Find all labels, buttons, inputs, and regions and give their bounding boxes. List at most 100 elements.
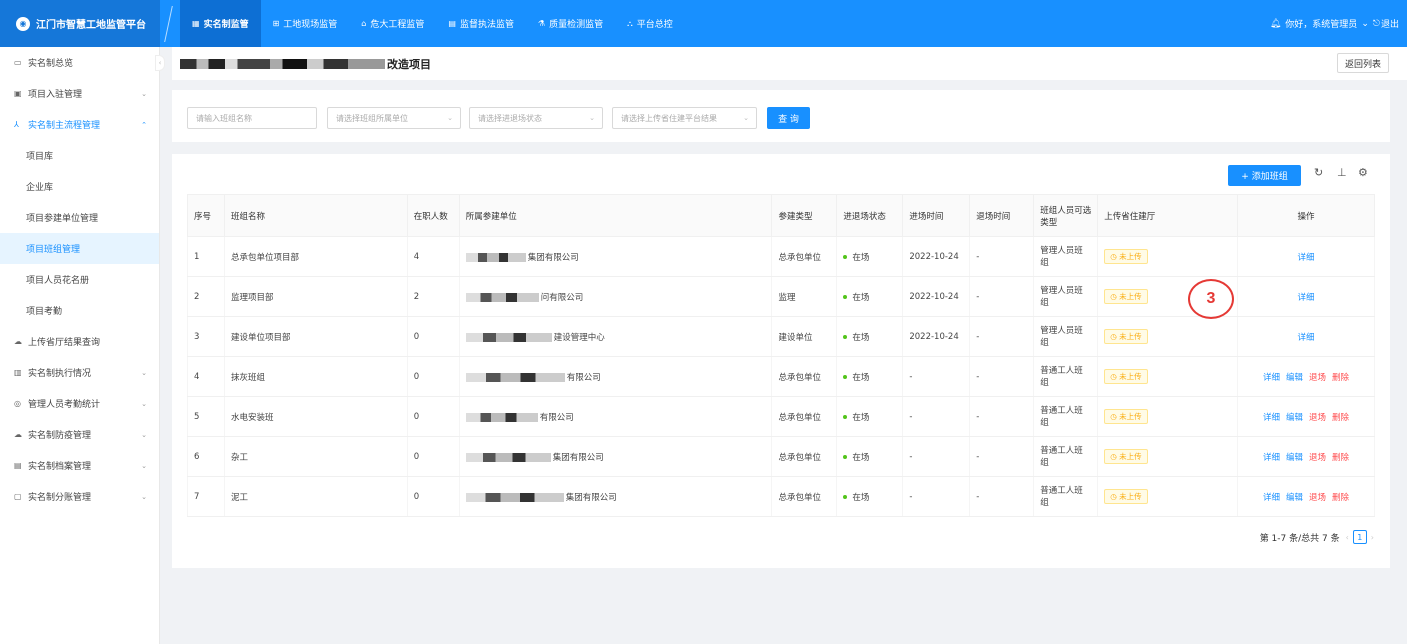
detail-link[interactable]: 详细 [1263,413,1280,423]
status-select[interactable]: 请选择进退场状态 ⌄ [469,107,603,129]
table-row: 3 建设单位项目部 0 建设管理中心 建设单位 在场 2022-10-24 - 管理人员班组 ◷ … [187,316,1375,357]
sidebar-item-roster[interactable]: 项目人员花名册 [0,264,159,295]
clock-icon: ◷ [1110,452,1120,461]
chevron-down-icon: ⌄ [447,114,453,122]
logout-icon[interactable]: ⎋ [1373,19,1380,29]
detail-link[interactable]: 详细 [1298,293,1315,303]
detail-link[interactable]: 详细 [1263,493,1280,503]
status-text: 在场 [852,452,870,463]
table-row: 1 总承包单位项目部 4 集团有限公司 总承包单位 在场 2022-10-24 - 管理人员班组… [187,236,1375,277]
sidebar-item-manager-attendance[interactable]: ◎ 管理人员考勤统计 ⌄ [0,388,159,419]
chevron-left-icon: ‹ [158,59,162,67]
cell-count: 0 [406,396,460,437]
sidebar-item-project-library[interactable]: 项目库 [0,140,159,171]
cell-count-text: 0 [413,331,420,342]
column-height-icon[interactable]: ⊥ [1337,166,1347,179]
topnav-item-platform[interactable]: ⛬ 平台总控 [615,0,685,47]
edit-link[interactable]: 编辑 [1286,373,1303,383]
sidebar-collapse-button[interactable]: ‹ [155,55,165,71]
cell-team-name-text: 泥工 [230,492,248,503]
settings-icon[interactable]: ⚙ [1358,166,1368,179]
cell-team-name: 总承包单位项目部 [223,236,408,277]
detail-link[interactable]: 详细 [1263,373,1280,383]
kind-text: 普通工人班组 [1040,485,1083,508]
cell-unit: 集团有限公司 [458,236,773,277]
upload-status-text: 未上传 [1119,332,1142,341]
cell-entry-time: 2022-10-24 [902,236,971,277]
sidebar-item-unit-management[interactable]: 项目参建单位管理 [0,202,159,233]
sidebar-item-team-management[interactable]: 项目班组管理 [0,233,159,264]
delete-link[interactable]: 删除 [1332,413,1349,423]
detail-link[interactable]: 详细 [1263,453,1280,463]
detail-link[interactable]: 详细 [1298,333,1315,343]
sidebar-item-epidemic[interactable]: ☁ 实名制防疫管理 ⌄ [0,419,159,450]
clock-icon: ◷ [1110,372,1120,381]
col-header: 在职人数 [406,194,460,237]
user-menu[interactable]: 你好，系统管理员 [1285,17,1357,30]
redacted-text [465,372,565,382]
chevron-left-icon[interactable]: ‹ [1346,533,1349,542]
cell-upload: ◷ 未上传 [1097,436,1239,477]
cell-status: 在场 [836,236,904,277]
topnav-item-enforce[interactable]: ▤ 监督执法监管 [436,0,526,47]
cell-kind: 普通工人班组 [1033,356,1099,397]
unit-select[interactable]: 请选择班组所属单位 ⌄ [327,107,461,129]
sidebar-item-accounts[interactable]: ▢ 实名制分账管理 ⌄ [0,481,159,512]
col-header: 进退场状态 [836,194,904,237]
sidebar-item-archive[interactable]: ▤ 实名制档案管理 ⌄ [0,450,159,481]
cell-exit-time-text: - [976,331,980,342]
cell-type: 总承包单位 [771,356,838,397]
team-name-input[interactable]: 请输入班组名称 [187,107,317,129]
delete-link[interactable]: 删除 [1332,453,1349,463]
cell-count: 0 [406,436,460,477]
sidebar-item-upload-query[interactable]: ☁ 上传省厅结果查询 [0,326,159,357]
logo-icon: ◉ [16,16,30,31]
topnav-item-danger[interactable]: ⌂ 危大工程监管 [349,0,436,47]
sidebar-item-execution[interactable]: ▥ 实名制执行情况 ⌄ [0,357,159,388]
query-button[interactable]: 查 询 [767,107,810,129]
sidebar-item-main-process[interactable]: ⅄ 实名制主流程管理 ⌃ [0,109,159,140]
cell-count-text: 0 [413,371,420,382]
exit-link[interactable]: 退场 [1309,453,1326,463]
topnav-item-site[interactable]: ⊞ 工地现场监管 [261,0,350,47]
add-team-button[interactable]: + 添加班组 [1228,165,1301,186]
grid-icon: ▣ [14,89,22,98]
topnav-item-realname[interactable]: ▦ 实名制监管 [180,0,261,47]
delete-link[interactable]: 删除 [1332,373,1349,383]
bell-icon[interactable]: 🔔︎ [1270,19,1281,29]
sidebar-item-attendance[interactable]: 项目考勤 [0,295,159,326]
exit-link[interactable]: 退场 [1309,413,1326,423]
logout-link[interactable]: 退出 [1381,17,1399,30]
chevron-right-icon[interactable]: › [1371,533,1374,542]
exit-link[interactable]: 退场 [1309,373,1326,383]
cell-upload: ◷ 未上传 [1097,316,1239,357]
sidebar-item-project-entry[interactable]: ▣ 项目入驻管理 ⌄ [0,78,159,109]
edit-link[interactable]: 编辑 [1286,453,1303,463]
app-title: 江门市智慧工地监管平台 [36,20,146,31]
grid-icon: ▦ [192,19,200,28]
chevron-down-icon: ⌄ [141,399,147,408]
upload-result-select[interactable]: 请选择上传省住建平台结果 ⌄ [612,107,757,129]
back-to-list-button[interactable]: 返回列表 [1336,53,1389,73]
topnav-item-quality[interactable]: ⚗ 质量检测监管 [526,0,615,47]
detail-link[interactable]: 详细 [1298,253,1315,263]
app-logo[interactable]: ◉ 江门市智慧工地监管平台 [0,0,160,47]
page-button[interactable]: 1 [1352,530,1367,544]
edit-link[interactable]: 编辑 [1286,493,1303,503]
exit-link[interactable]: 退场 [1309,493,1326,503]
cell-ops: 详细 编辑 退场 删除 [1237,396,1375,437]
kind-text: 管理人员班组 [1040,285,1083,308]
page-header: 改造项目 返回列表 [172,47,1407,80]
cell-kind: 普通工人班组 [1033,476,1099,517]
cell-type: 建设单位 [771,316,838,357]
bar-chart-icon: ▥ [14,368,22,377]
sidebar-item-overview[interactable]: ▭ 实名制总览 [0,47,159,78]
cell-unit: 有限公司 [458,356,773,397]
cell-count: 2 [406,276,460,317]
refresh-icon[interactable]: ↻ [1314,166,1323,179]
edit-link[interactable]: 编辑 [1286,413,1303,423]
sidebar-item-company-library[interactable]: 企业库 [0,171,159,202]
shield-icon: ◎ [14,399,21,408]
cell-ops: 详细 编辑 退场 删除 [1237,436,1375,477]
delete-link[interactable]: 删除 [1332,493,1349,503]
